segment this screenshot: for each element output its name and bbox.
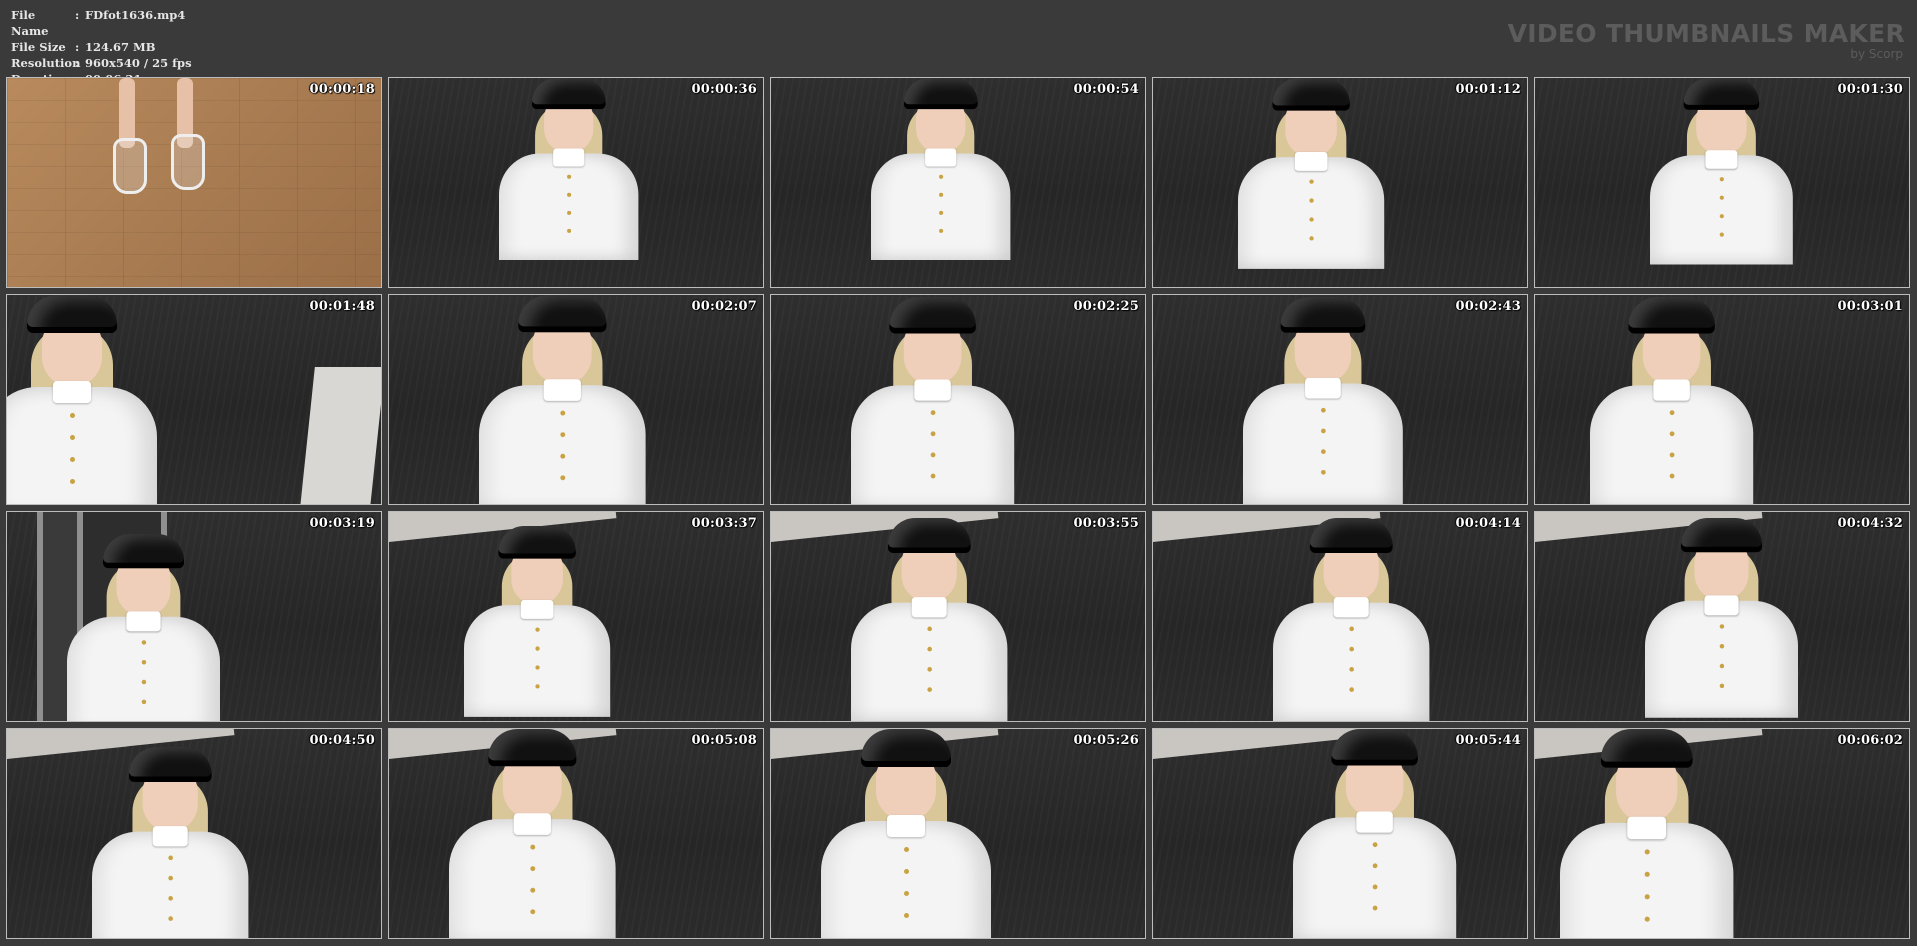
thumbnail-image [1535, 295, 1909, 504]
thumbnail-frame: 00:04:14 [1152, 511, 1528, 722]
info-separator: : [75, 40, 80, 54]
thumbnail-frame: 00:03:19 [6, 511, 382, 722]
info-label: Resolution [11, 56, 81, 70]
thumbnail-frame: 00:03:37 [388, 511, 764, 722]
timestamp-label: 00:01:12 [1455, 82, 1521, 97]
info-label: File Size [11, 40, 66, 54]
thumbnail-frame: 00:03:55 [770, 511, 1146, 722]
thumbnail-image [1535, 78, 1909, 287]
timestamp-label: 00:02:43 [1455, 299, 1521, 314]
timestamp-label: 00:04:14 [1455, 516, 1521, 531]
thumbnail-frame: 00:00:54 [770, 77, 1146, 288]
info-value: 124.67 MB [85, 40, 156, 54]
thumbnail-image [1535, 729, 1909, 938]
brand-title: VIDEO THUMBNAILS MAKER [1507, 19, 1905, 48]
thumbnail-image [7, 512, 381, 721]
thumbnail-frame: 00:02:25 [770, 294, 1146, 505]
thumbnail-image [1535, 512, 1909, 721]
thumbnail-frame: 00:04:32 [1534, 511, 1910, 722]
info-separator: : [75, 56, 80, 70]
timestamp-label: 00:04:50 [309, 733, 375, 748]
thumbnail-frame: 00:01:30 [1534, 77, 1910, 288]
thumbnail-frame: 00:02:43 [1152, 294, 1528, 505]
thumbnail-image [389, 512, 763, 721]
thumbnail-image [389, 295, 763, 504]
timestamp-label: 00:03:19 [309, 516, 375, 531]
thumbnail-frame: 00:04:50 [6, 728, 382, 939]
thumbnail-grid: 00:00:18 00:00:36 00:00:54 00:01:12 00:01:30… [6, 77, 1910, 939]
thumbnail-image [1153, 729, 1527, 938]
timestamp-label: 00:06:02 [1837, 733, 1903, 748]
info-row-resolution: Resolution : 960x540 / 25 fps [11, 55, 192, 71]
thumbnail-frame: 00:00:36 [388, 77, 764, 288]
timestamp-label: 00:00:18 [309, 82, 375, 97]
thumbnail-image [7, 295, 381, 504]
brand-subtitle: by Scorp [1850, 47, 1903, 61]
timestamp-label: 00:03:37 [691, 516, 757, 531]
info-value: 960x540 / 25 fps [85, 56, 192, 70]
timestamp-label: 00:01:30 [1837, 82, 1903, 97]
info-label: File Name [11, 8, 49, 38]
thumbnail-image [389, 729, 763, 938]
thumbnail-frame: 00:05:26 [770, 728, 1146, 939]
thumbnail-frame: 00:00:18 [6, 77, 382, 288]
timestamp-label: 00:00:36 [691, 82, 757, 97]
timestamp-label: 00:05:26 [1073, 733, 1139, 748]
thumbnail-image [1153, 78, 1527, 287]
timestamp-label: 00:05:08 [691, 733, 757, 748]
thumbnail-frame: 00:06:02 [1534, 728, 1910, 939]
brand-watermark: VIDEO THUMBNAILS MAKER by Scorp [1507, 19, 1905, 61]
info-row-file-name: File Name : FDfot1636.mp4 [11, 7, 192, 39]
thumbnail-frame: 00:03:01 [1534, 294, 1910, 505]
timestamp-label: 00:02:07 [691, 299, 757, 314]
thumbnail-frame: 00:01:12 [1152, 77, 1528, 288]
info-separator: : [75, 8, 80, 22]
timestamp-label: 00:03:55 [1073, 516, 1139, 531]
thumbnail-frame: 00:05:08 [388, 728, 764, 939]
thumbnail-image [1153, 295, 1527, 504]
thumbnail-image [771, 729, 1145, 938]
thumbnail-image [389, 78, 763, 287]
timestamp-label: 00:03:01 [1837, 299, 1903, 314]
thumbnail-frame: 00:02:07 [388, 294, 764, 505]
thumbnail-frame: 00:01:48 [6, 294, 382, 505]
thumbnail-image [771, 512, 1145, 721]
thumbnail-image [771, 295, 1145, 504]
info-value: FDfot1636.mp4 [85, 8, 186, 22]
file-info: File Name : FDfot1636.mp4 File Size : 12… [11, 7, 192, 87]
thumbnail-image [7, 78, 381, 287]
thumbnail-image [7, 729, 381, 938]
timestamp-label: 00:00:54 [1073, 82, 1139, 97]
timestamp-label: 00:01:48 [309, 299, 375, 314]
thumbnail-image [771, 78, 1145, 287]
thumbnail-image [1153, 512, 1527, 721]
info-row-file-size: File Size : 124.67 MB [11, 39, 192, 55]
timestamp-label: 00:02:25 [1073, 299, 1139, 314]
timestamp-label: 00:05:44 [1455, 733, 1521, 748]
thumbnail-frame: 00:05:44 [1152, 728, 1528, 939]
timestamp-label: 00:04:32 [1837, 516, 1903, 531]
